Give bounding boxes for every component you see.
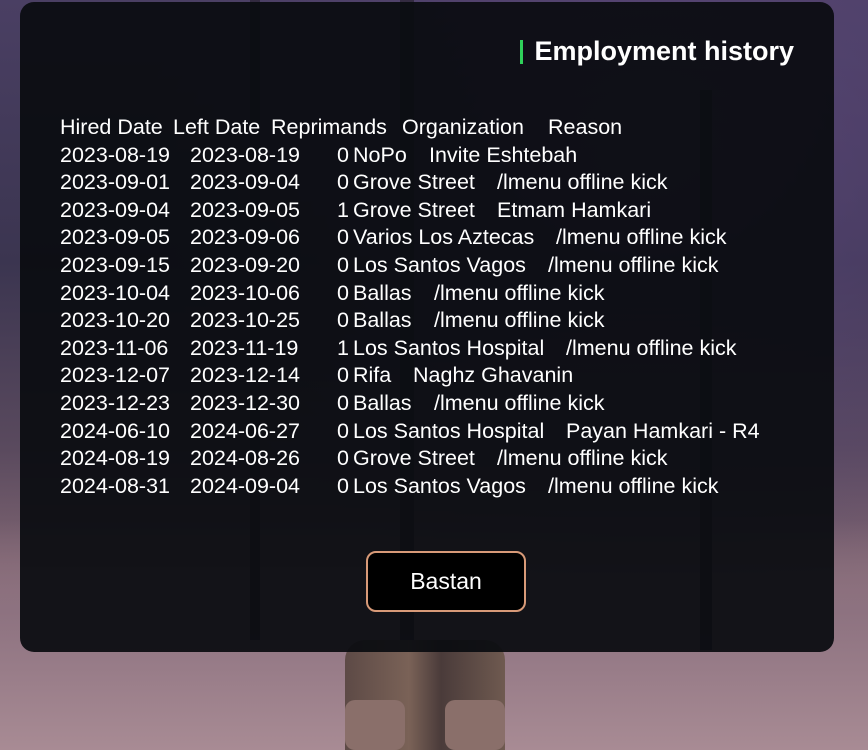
close-button[interactable]: Bastan <box>366 551 526 612</box>
left-date-cell: 2024-08-26 <box>190 446 300 471</box>
dialog-title-text: Employment history <box>534 36 794 66</box>
reprimands-cell: 0 <box>337 418 349 443</box>
hired-date-cell: 2024-06-10 <box>60 418 170 443</box>
hired-date-cell: 2023-09-01 <box>60 170 170 195</box>
hired-date-cell: 2023-09-04 <box>60 197 170 222</box>
reprimands-cell: 0 <box>337 446 349 471</box>
organization-cell: Los Santos Hospital <box>353 335 545 360</box>
reprimands-cell: 0 <box>337 363 349 388</box>
title-accent-bar <box>520 39 524 64</box>
reprimands-cell: 0 <box>337 390 349 415</box>
reason-cell: /lmenu offline kick <box>434 280 605 305</box>
organization-cell: Grove Street <box>353 446 475 471</box>
organization-cell: Los Santos Vagos <box>353 473 526 498</box>
hired-date-cell: 2024-08-19 <box>60 446 170 471</box>
hired-date-cell: 2023-09-05 <box>60 225 170 250</box>
left-date-cell: 2023-08-19 <box>190 142 300 167</box>
organization-cell: NoPo <box>353 142 407 167</box>
hired-date-cell: 2023-10-20 <box>60 308 170 333</box>
column-header-hired: Hired Date <box>60 115 163 139</box>
hired-date-cell: 2023-10-04 <box>60 280 170 305</box>
reprimands-cell: 0 <box>337 225 349 250</box>
reason-cell: /lmenu offline kick <box>497 446 668 471</box>
hired-date-cell: 2023-12-23 <box>60 390 170 415</box>
organization-cell: Los Santos Vagos <box>353 252 526 277</box>
reason-cell: Payan Hamkari - R4 <box>566 418 760 443</box>
left-date-cell: 2023-10-06 <box>190 280 300 305</box>
left-date-cell: 2023-12-30 <box>190 390 300 415</box>
background-character-shoe <box>345 700 405 750</box>
organization-cell: Ballas <box>353 308 412 333</box>
organization-cell: Grove Street <box>353 170 475 195</box>
left-date-cell: 2023-10-25 <box>190 308 300 333</box>
hired-date-cell: 2023-08-19 <box>60 142 170 167</box>
reprimands-cell: 0 <box>337 142 349 167</box>
dialog-title: Employment history <box>520 36 794 67</box>
reprimands-cell: 0 <box>337 170 349 195</box>
left-date-cell: 2024-06-27 <box>190 418 300 443</box>
hired-date-cell: 2023-12-07 <box>60 363 170 388</box>
reprimands-cell: 1 <box>337 197 349 222</box>
background-character-shoe <box>445 700 505 750</box>
reason-cell: Invite Eshtebah <box>429 142 578 167</box>
reason-cell: /lmenu offline kick <box>434 390 605 415</box>
left-date-cell: 2023-12-14 <box>190 363 300 388</box>
column-header-left: Left Date <box>173 115 261 139</box>
reason-cell: /lmenu offline kick <box>434 308 605 333</box>
left-date-cell: 2023-11-19 <box>190 335 299 360</box>
reason-cell: /lmenu offline kick <box>548 473 719 498</box>
reason-cell: /lmenu offline kick <box>497 170 668 195</box>
reprimands-cell: 0 <box>337 308 349 333</box>
left-date-cell: 2024-09-04 <box>190 473 300 498</box>
hired-date-cell: 2023-11-06 <box>60 335 169 360</box>
reason-cell: Naghz Ghavanin <box>413 363 574 388</box>
reprimands-cell: 1 <box>337 335 349 360</box>
hired-date-cell: 2024-08-31 <box>60 473 170 498</box>
reprimands-cell: 0 <box>337 473 349 498</box>
organization-cell: Rifa <box>353 363 392 388</box>
column-header-reprimands: Reprimands <box>271 115 387 139</box>
reprimands-cell: 0 <box>337 280 349 305</box>
left-date-cell: 2023-09-05 <box>190 197 300 222</box>
column-header-reason: Reason <box>548 115 623 139</box>
employment-history-dialog: Employment history Hired Date Left Date … <box>20 2 834 652</box>
organization-cell: Ballas <box>353 390 412 415</box>
left-date-cell: 2023-09-06 <box>190 225 300 250</box>
organization-cell: Grove Street <box>353 197 475 222</box>
reason-cell: /lmenu offline kick <box>566 335 737 360</box>
reason-cell: /lmenu offline kick <box>556 225 727 250</box>
organization-cell: Varios Los Aztecas <box>353 225 535 250</box>
reason-cell: /lmenu offline kick <box>548 252 719 277</box>
column-header-organization: Organization <box>402 115 524 139</box>
reason-cell: Etmam Hamkari <box>497 197 652 222</box>
hired-date-cell: 2023-09-15 <box>60 252 170 277</box>
organization-cell: Ballas <box>353 280 412 305</box>
left-date-cell: 2023-09-20 <box>190 252 300 277</box>
organization-cell: Los Santos Hospital <box>353 418 545 443</box>
left-date-cell: 2023-09-04 <box>190 170 300 195</box>
reprimands-cell: 0 <box>337 252 349 277</box>
